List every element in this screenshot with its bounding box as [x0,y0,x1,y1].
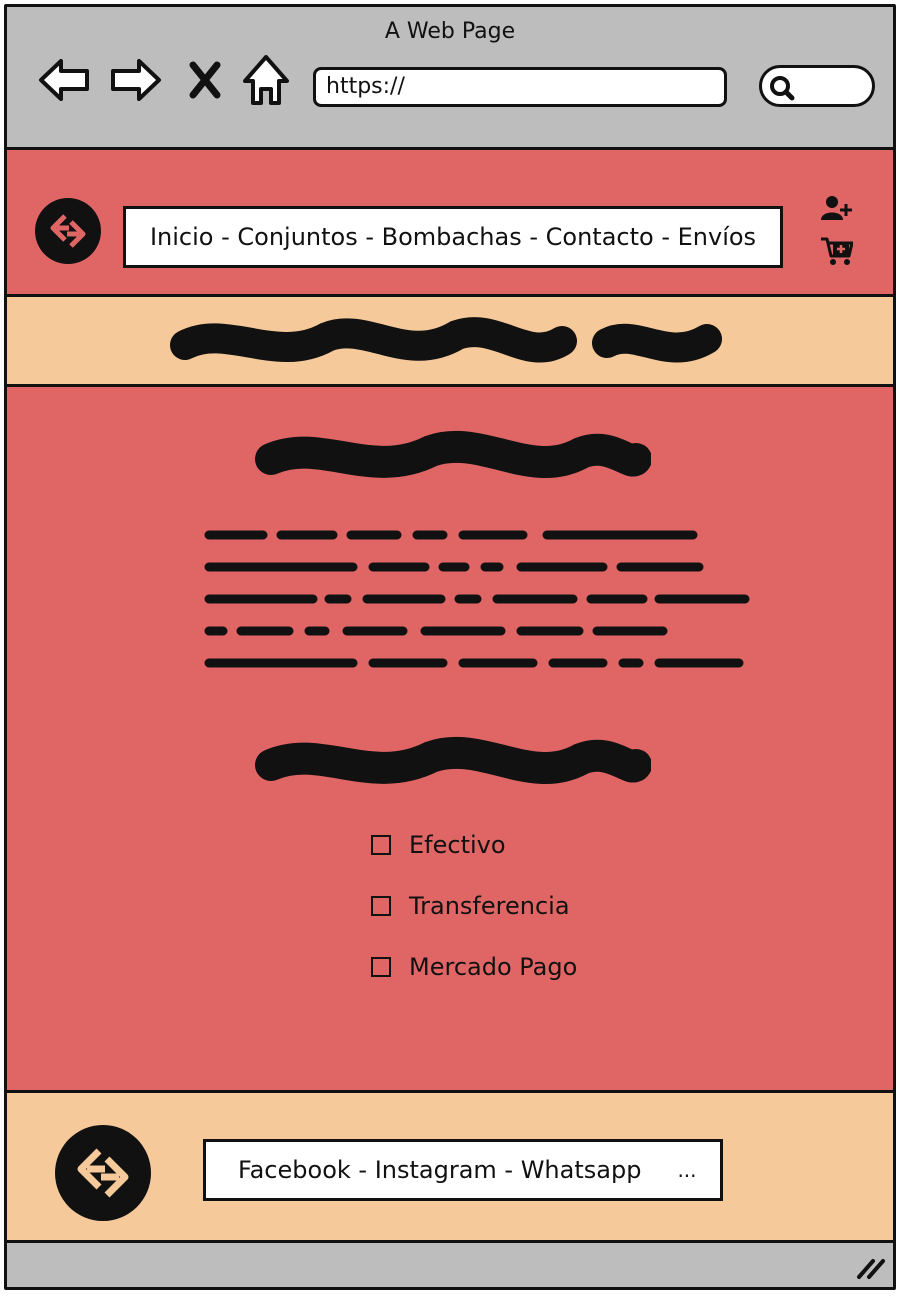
payment-option-mercado-pago[interactable]: Mercado Pago [371,953,577,981]
site-logo[interactable] [35,198,101,264]
social-links-text[interactable]: Facebook - Instagram - Whatsapp [238,1156,641,1184]
footer-logo[interactable] [55,1125,151,1221]
paragraph-scribble [204,530,750,668]
main-content: Efectivo Transferencia Mercado Pago [7,387,893,1093]
section-heading-scribble [255,430,651,478]
address-bar[interactable]: https:// [313,67,727,107]
social-links[interactable]: Facebook - Instagram - Whatsapp ... [203,1139,723,1201]
search-box[interactable] [759,65,875,107]
logo-mark-icon [77,1148,129,1198]
checkbox[interactable] [371,835,391,855]
main-navigation[interactable]: Inicio - Conjuntos - Bombachas - Contact… [123,206,783,268]
search-icon [770,76,795,101]
payment-option-transferencia[interactable]: Transferencia [371,892,570,920]
logo-mark-icon [50,214,86,248]
home-icon[interactable] [237,51,295,109]
browser-chrome: A Web Page https:// [7,7,893,147]
status-bar [7,1243,893,1287]
close-x-icon[interactable] [183,51,227,109]
payment-option-efectivo[interactable]: Efectivo [371,831,506,859]
banner-heading-scribble [170,317,722,363]
add-to-cart-icon[interactable] [821,236,853,266]
banner [7,297,893,387]
browser-window: A Web Page https:// Inicio - Conjuntos -… [4,4,896,1290]
resize-grip-icon[interactable] [855,1253,887,1281]
header-actions [821,194,857,280]
more-links[interactable]: ... [677,1158,696,1182]
checkbox[interactable] [371,896,391,916]
payment-heading-scribble [255,736,651,784]
window-title: A Web Page [384,19,516,44]
back-arrow-icon[interactable] [35,51,93,109]
site-footer: Facebook - Instagram - Whatsapp ... [7,1093,893,1243]
site-header: Inicio - Conjuntos - Bombachas - Contact… [7,147,893,297]
payment-option-label: Efectivo [409,831,506,859]
add-user-icon[interactable] [821,194,853,222]
checkbox[interactable] [371,957,391,977]
payment-option-label: Mercado Pago [409,953,578,981]
payment-option-label: Transferencia [409,892,570,920]
forward-arrow-icon[interactable] [107,51,165,109]
